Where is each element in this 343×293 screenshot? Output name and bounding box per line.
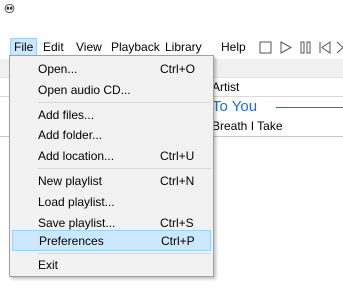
menu-item-label: Add location...	[38, 149, 115, 163]
next-icon[interactable]	[336, 41, 343, 57]
menu-item-label: Add files...	[38, 108, 95, 122]
menu-item-shortcut: Ctrl+N	[160, 174, 195, 188]
group-title: To You	[212, 98, 258, 115]
app-logo-icon	[4, 3, 15, 17]
title-bar	[0, 0, 343, 16]
menu-item-exit[interactable]: Exit	[12, 255, 211, 276]
track-artist: Breath I Take	[212, 119, 283, 133]
menu-separator	[38, 102, 211, 103]
menu-item-add-files[interactable]: Add files...	[12, 105, 211, 126]
menu-item-label: Load playlist...	[38, 195, 115, 209]
menu-item-load-playlist[interactable]: Load playlist...	[12, 192, 211, 213]
menu-item-shortcut: Ctrl+P	[161, 234, 195, 248]
menu-item-new-playlist[interactable]: New playlist Ctrl+N	[12, 171, 211, 192]
group-divider	[276, 107, 343, 108]
menu-item-label: Save playlist...	[38, 216, 116, 230]
menu-item-add-folder[interactable]: Add folder...	[12, 125, 211, 146]
menu-item-preferences[interactable]: Preferences Ctrl+P	[12, 230, 211, 251]
menu-item-label: Add folder...	[38, 128, 103, 142]
menu-item-shortcut: Ctrl+S	[160, 216, 194, 230]
menu-item-label: Open audio CD...	[38, 83, 131, 97]
menu-item-shortcut: Ctrl+U	[160, 149, 195, 163]
menu-item-open[interactable]: Open... Ctrl+O	[12, 59, 211, 80]
menu-help[interactable]: Help	[218, 38, 249, 57]
menu-item-shortcut: Ctrl+O	[160, 62, 196, 76]
menu-item-label: Open...	[38, 62, 78, 76]
play-icon[interactable]	[279, 41, 293, 57]
file-menu-dropdown: Open... Ctrl+O Open audio CD... Add file…	[9, 55, 214, 277]
menu-separator	[38, 168, 211, 169]
menu-item-label: Preferences	[39, 234, 104, 248]
menu-item-add-location[interactable]: Add location... Ctrl+U	[12, 146, 211, 167]
menu-separator	[38, 253, 211, 254]
menu-item-open-audio-cd[interactable]: Open audio CD...	[12, 80, 211, 101]
pause-icon[interactable]	[299, 41, 312, 57]
stop-icon[interactable]	[259, 41, 272, 57]
previous-icon[interactable]	[318, 41, 331, 57]
menu-item-label: New playlist	[38, 174, 103, 188]
column-artist[interactable]: Artist	[212, 80, 239, 94]
menu-item-label: Exit	[38, 258, 59, 272]
